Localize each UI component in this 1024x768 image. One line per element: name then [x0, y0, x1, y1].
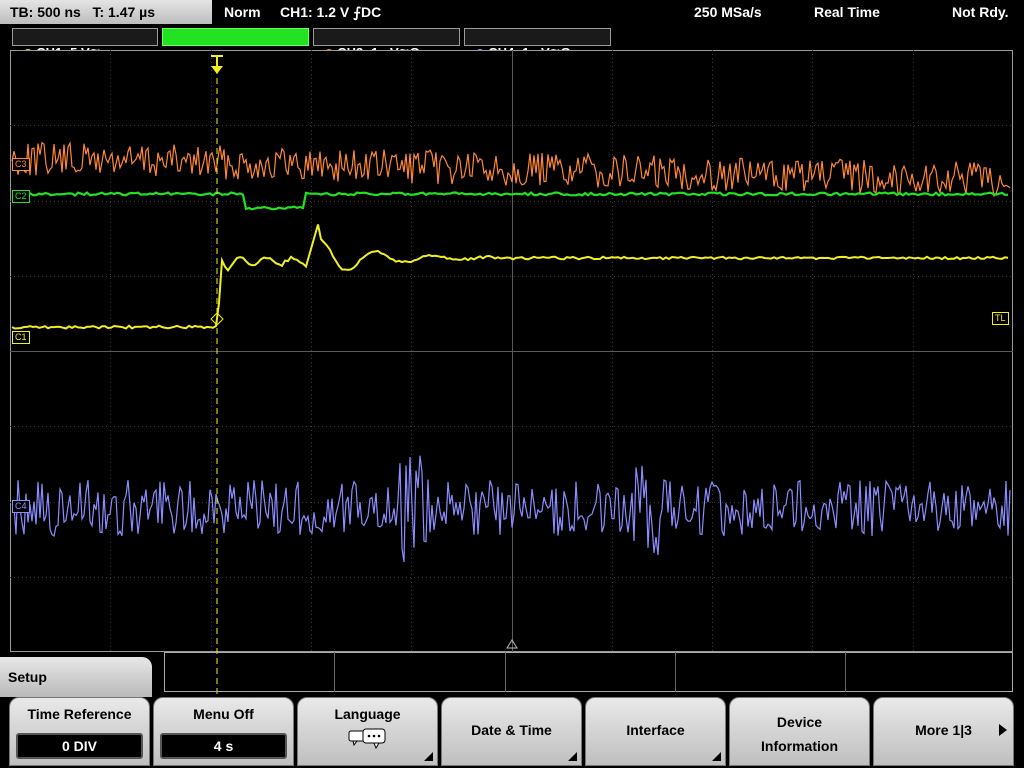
- ch1-offset-marker[interactable]: C1: [12, 331, 30, 344]
- speech-bubble-icon: [348, 728, 386, 750]
- device-information-softkey[interactable]: Device Information: [729, 697, 870, 766]
- timebase-readout[interactable]: TB: 500 ns T: 1.47 µs: [0, 0, 212, 24]
- ch4-offset-marker[interactable]: C4: [12, 500, 30, 513]
- info-strip-divider: [675, 652, 676, 692]
- sample-rate: 250 MSa/s: [694, 4, 762, 20]
- trigger-mode[interactable]: Norm: [224, 0, 261, 24]
- time-reference-softkey[interactable]: Time Reference 0 DIV: [9, 697, 150, 766]
- channel-tab-ch2[interactable]: CH2: 20 mV≅Ω: [162, 28, 309, 60]
- trigger-status: Not Rdy.: [952, 4, 1009, 20]
- info-strip-divider: [845, 652, 846, 692]
- ch3-offset-marker[interactable]: C3: [12, 158, 30, 171]
- softkey-label: Interface: [626, 722, 685, 738]
- channel-tab-ch1[interactable]: CH1: 5 V≅: [12, 28, 158, 60]
- trigger-settings[interactable]: CH1: 1.2 V ⨍DC: [280, 0, 381, 24]
- language-softkey[interactable]: Language: [297, 697, 438, 766]
- acquisition-mode: Real Time: [814, 4, 880, 20]
- info-strip: [164, 652, 1013, 692]
- info-strip-divider: [334, 652, 335, 692]
- more-softkey[interactable]: More 1|3: [873, 697, 1014, 766]
- graticule[interactable]: [10, 50, 1013, 652]
- softkey-label-line1: Device: [776, 714, 823, 730]
- corner-triangle-icon: [712, 752, 721, 761]
- trigger-level-marker[interactable]: TL: [992, 312, 1009, 325]
- interface-softkey[interactable]: Interface: [585, 697, 726, 766]
- top-status-bar: TB: 500 ns T: 1.47 µs Norm CH1: 1.2 V ⨍D…: [0, 0, 1024, 26]
- softkey-label: More 1|3: [915, 722, 972, 738]
- right-arrow-icon: [999, 724, 1007, 736]
- softkey-label: Date & Time: [471, 722, 552, 738]
- date-time-softkey[interactable]: Date & Time: [441, 697, 582, 766]
- ch2-offset-marker[interactable]: C2: [12, 190, 30, 203]
- time-reference-value[interactable]: 0 DIV: [16, 733, 143, 759]
- softkey-label: Time Reference: [27, 706, 132, 722]
- channel-tab-ch3[interactable]: CH3: 1mV≅Ω: [313, 28, 460, 60]
- softkey-label: Language: [334, 706, 401, 722]
- corner-triangle-icon: [424, 752, 433, 761]
- corner-triangle-icon: [568, 752, 577, 761]
- channel-tab-ch4[interactable]: CH4: 1mV≅Ω: [464, 28, 611, 60]
- menu-off-value[interactable]: 4 s: [160, 733, 287, 759]
- menu-title-setup: Setup: [0, 657, 152, 697]
- softkey-label: Device Information: [730, 710, 869, 758]
- info-strip-divider: [505, 652, 506, 692]
- softkey-label-line2: Information: [761, 738, 838, 754]
- menu-off-softkey[interactable]: Menu Off 4 s: [153, 697, 294, 766]
- softkey-label: Menu Off: [193, 706, 254, 722]
